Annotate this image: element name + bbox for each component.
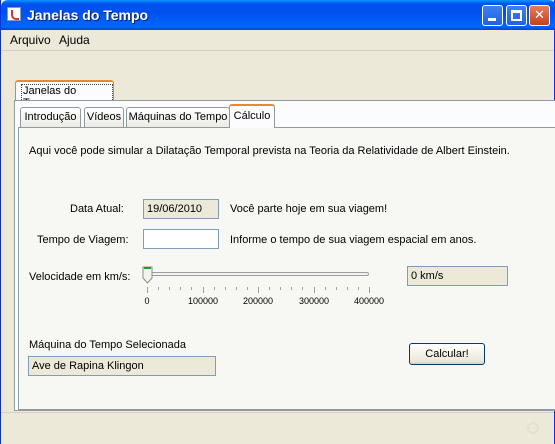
- speed-slider-track[interactable]: [147, 272, 369, 276]
- major-tick: [258, 287, 259, 293]
- minor-tick: [269, 287, 270, 290]
- menu-ajuda[interactable]: Ajuda: [59, 33, 90, 47]
- major-tick: [147, 287, 148, 293]
- speed-slider-ticks: [147, 287, 371, 293]
- tick-label: 100000: [187, 296, 219, 306]
- current-date-field: 19/06/2010: [143, 199, 219, 219]
- major-tick: [314, 287, 315, 293]
- tab-videos[interactable]: Vídeos: [84, 107, 124, 127]
- tab-introducao[interactable]: Introdução: [20, 107, 81, 127]
- tab-calculo[interactable]: Cálculo: [229, 104, 275, 128]
- minor-tick: [280, 287, 281, 290]
- minor-tick: [336, 287, 337, 290]
- intro-text: Aqui você pode simular a Dilatação Tempo…: [29, 145, 510, 157]
- speed-label: Velocidade em km/s:: [29, 271, 131, 283]
- tab-maquinas-do-tempo[interactable]: Máquinas do Tempo: [126, 107, 230, 127]
- close-icon: ✕: [534, 8, 545, 23]
- minor-tick: [247, 287, 248, 290]
- app-window: Janelas do Tempo ✕ Arquivo Ajuda Janelas…: [0, 0, 555, 444]
- travel-time-label: Tempo de Viagem:: [37, 234, 129, 246]
- minor-tick: [225, 287, 226, 290]
- minor-tick: [358, 287, 359, 290]
- window-title: Janelas do Tempo: [27, 7, 149, 23]
- close-button[interactable]: ✕: [529, 5, 550, 26]
- minor-tick: [169, 287, 170, 290]
- menu-arquivo[interactable]: Arquivo: [10, 33, 51, 47]
- minor-tick: [180, 287, 181, 290]
- current-date-hint: Você parte hoje em sua viagem!: [230, 203, 388, 215]
- minor-tick: [236, 287, 237, 290]
- maximize-icon: [511, 10, 522, 21]
- minimize-icon: [488, 18, 496, 21]
- tab-janelas-do-tempo[interactable]: Janelas do Tempo: [15, 80, 114, 110]
- tick-label: 200000: [242, 296, 274, 306]
- major-tick: [203, 287, 204, 293]
- minor-tick: [325, 287, 326, 290]
- minor-tick: [191, 287, 192, 290]
- machine-label: Máquina do Tempo Selecionada: [29, 339, 186, 351]
- minor-tick: [347, 287, 348, 290]
- minor-tick: [158, 287, 159, 290]
- calculate-button[interactable]: Calcular!: [409, 343, 485, 365]
- minor-tick: [291, 287, 292, 290]
- minimize-button[interactable]: [482, 5, 503, 26]
- tick-label: 300000: [298, 296, 330, 306]
- major-tick: [369, 287, 370, 293]
- current-date-label: Data Atual:: [70, 203, 124, 215]
- travel-time-input[interactable]: [143, 229, 219, 249]
- minor-tick: [302, 287, 303, 290]
- speed-slider-thumb[interactable]: [142, 266, 153, 284]
- tick-label: 0: [144, 296, 150, 306]
- speed-display: 0 km/s: [407, 266, 508, 286]
- java-app-icon[interactable]: [7, 7, 21, 21]
- tick-label: 400000: [353, 296, 385, 306]
- resize-grip-icon[interactable]: [527, 422, 539, 434]
- machine-field: Ave de Rapina Klingon: [28, 356, 216, 376]
- maximize-button[interactable]: [506, 5, 527, 26]
- minor-tick: [214, 287, 215, 290]
- title-bar[interactable]: Janelas do Tempo ✕: [1, 0, 555, 30]
- status-bar: [1, 412, 554, 444]
- travel-time-hint: Informe o tempo de sua viagem espacial e…: [230, 234, 477, 246]
- menu-bar: Arquivo Ajuda: [1, 30, 554, 51]
